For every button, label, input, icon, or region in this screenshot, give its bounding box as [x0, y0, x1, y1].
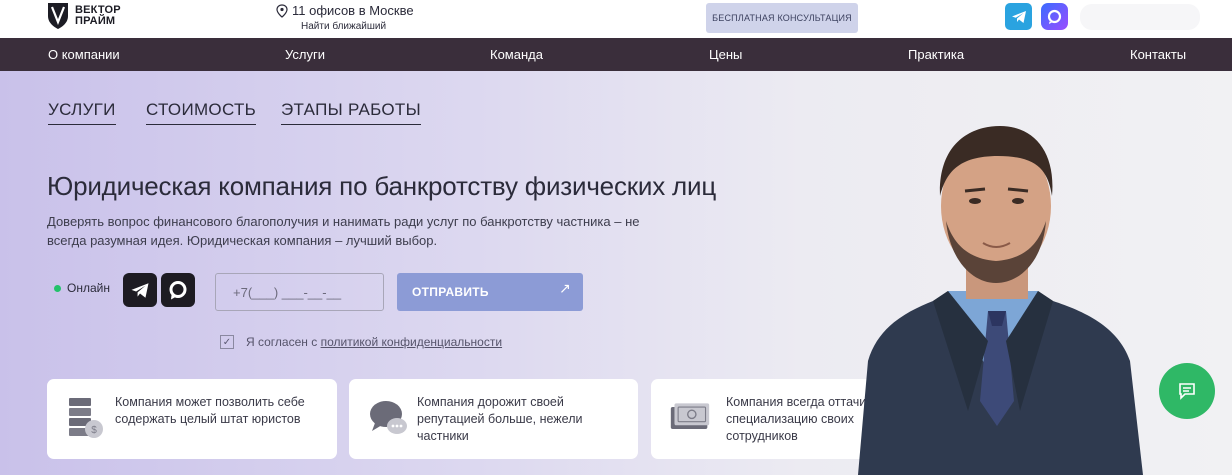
subnav-stages[interactable]: ЭТАПЫ РАБОТЫ	[281, 100, 421, 125]
privacy-policy-link[interactable]: политикой конфиденциальности	[321, 335, 502, 349]
online-status: Онлайн	[54, 281, 110, 295]
telegram-icon[interactable]	[1005, 3, 1032, 30]
online-dot-icon	[54, 284, 61, 292]
nav-item-practice[interactable]: Практика	[908, 47, 964, 62]
hero-lead-text: Доверять вопрос финансового благополучия…	[47, 214, 640, 248]
card-text: Компания дорожит своей репутацией больше…	[417, 395, 583, 443]
subnav-services[interactable]: УСЛУГИ	[48, 100, 116, 125]
card-text: Компания может позволить себе содержать …	[115, 395, 305, 426]
hero-section: УСЛУГИ СТОИМОСТЬ ЭТАПЫ РАБОТЫ Юридическа…	[0, 71, 1232, 475]
money-icon	[670, 403, 710, 429]
offices-count: 11 офисов в Москве	[292, 3, 414, 18]
nav-item-about[interactable]: О компании	[48, 47, 120, 62]
lawyer-photo	[858, 126, 1143, 475]
page-title: Юридическая компания по банкротству физи…	[47, 171, 717, 201]
logo[interactable]: ВЕКТОР ПРАЙМ	[47, 2, 121, 30]
send-button[interactable]: ОТПРАВИТЬ ↗	[397, 273, 583, 311]
max-messenger-icon[interactable]	[161, 273, 195, 307]
nav-item-services[interactable]: Услуги	[285, 47, 325, 62]
chat-button[interactable]	[1159, 363, 1215, 419]
offices-block[interactable]: 11 офисов в Москве Найти ближайший	[276, 3, 414, 32]
send-button-label: ОТПРАВИТЬ	[412, 285, 489, 299]
feature-card: $ Компания может позволить себе содержат…	[47, 379, 337, 459]
max-messenger-icon[interactable]	[1041, 3, 1068, 30]
online-label: Онлайн	[67, 281, 110, 295]
svg-text:$: $	[91, 425, 97, 436]
nav-item-team[interactable]: Команда	[490, 47, 543, 62]
nav-item-prices[interactable]: Цены	[709, 47, 742, 62]
logo-shield-icon	[48, 3, 68, 29]
consent-prefix: Я согласен с	[246, 335, 321, 349]
arrow-up-right-icon: ↗	[558, 280, 571, 296]
consent-text: Я согласен с политикой конфиденциальност…	[246, 335, 502, 349]
consent-row: ✓ Я согласен с политикой конфиденциально…	[220, 335, 502, 349]
location-pin-icon	[276, 3, 288, 18]
logo-line2: ПРАЙМ	[75, 15, 116, 27]
feature-card: Компания дорожит своей репутацией больше…	[349, 379, 638, 459]
logo-text: ВЕКТОР ПРАЙМ	[75, 5, 121, 27]
consent-checkbox[interactable]: ✓	[220, 335, 234, 349]
free-consultation-button[interactable]: БЕСПЛАТНАЯ КОНСУЛЬТАЦИЯ	[706, 3, 858, 33]
document-stack-icon: $	[69, 398, 103, 438]
chat-bubbles-icon	[370, 401, 407, 434]
telegram-icon[interactable]	[123, 273, 157, 307]
subnav-price[interactable]: СТОИМОСТЬ	[146, 100, 257, 125]
nav-item-contacts[interactable]: Контакты	[1130, 47, 1186, 62]
main-nav: О компании Услуги Команда Цены Практика …	[0, 38, 1232, 71]
phone-input[interactable]	[215, 273, 384, 311]
blurred-area	[1080, 4, 1200, 30]
top-bar: ВЕКТОР ПРАЙМ 11 офисов в Москве Найти бл…	[0, 0, 1232, 38]
chat-icon	[1179, 383, 1195, 400]
find-nearest-link[interactable]: Найти ближайший	[301, 21, 414, 32]
